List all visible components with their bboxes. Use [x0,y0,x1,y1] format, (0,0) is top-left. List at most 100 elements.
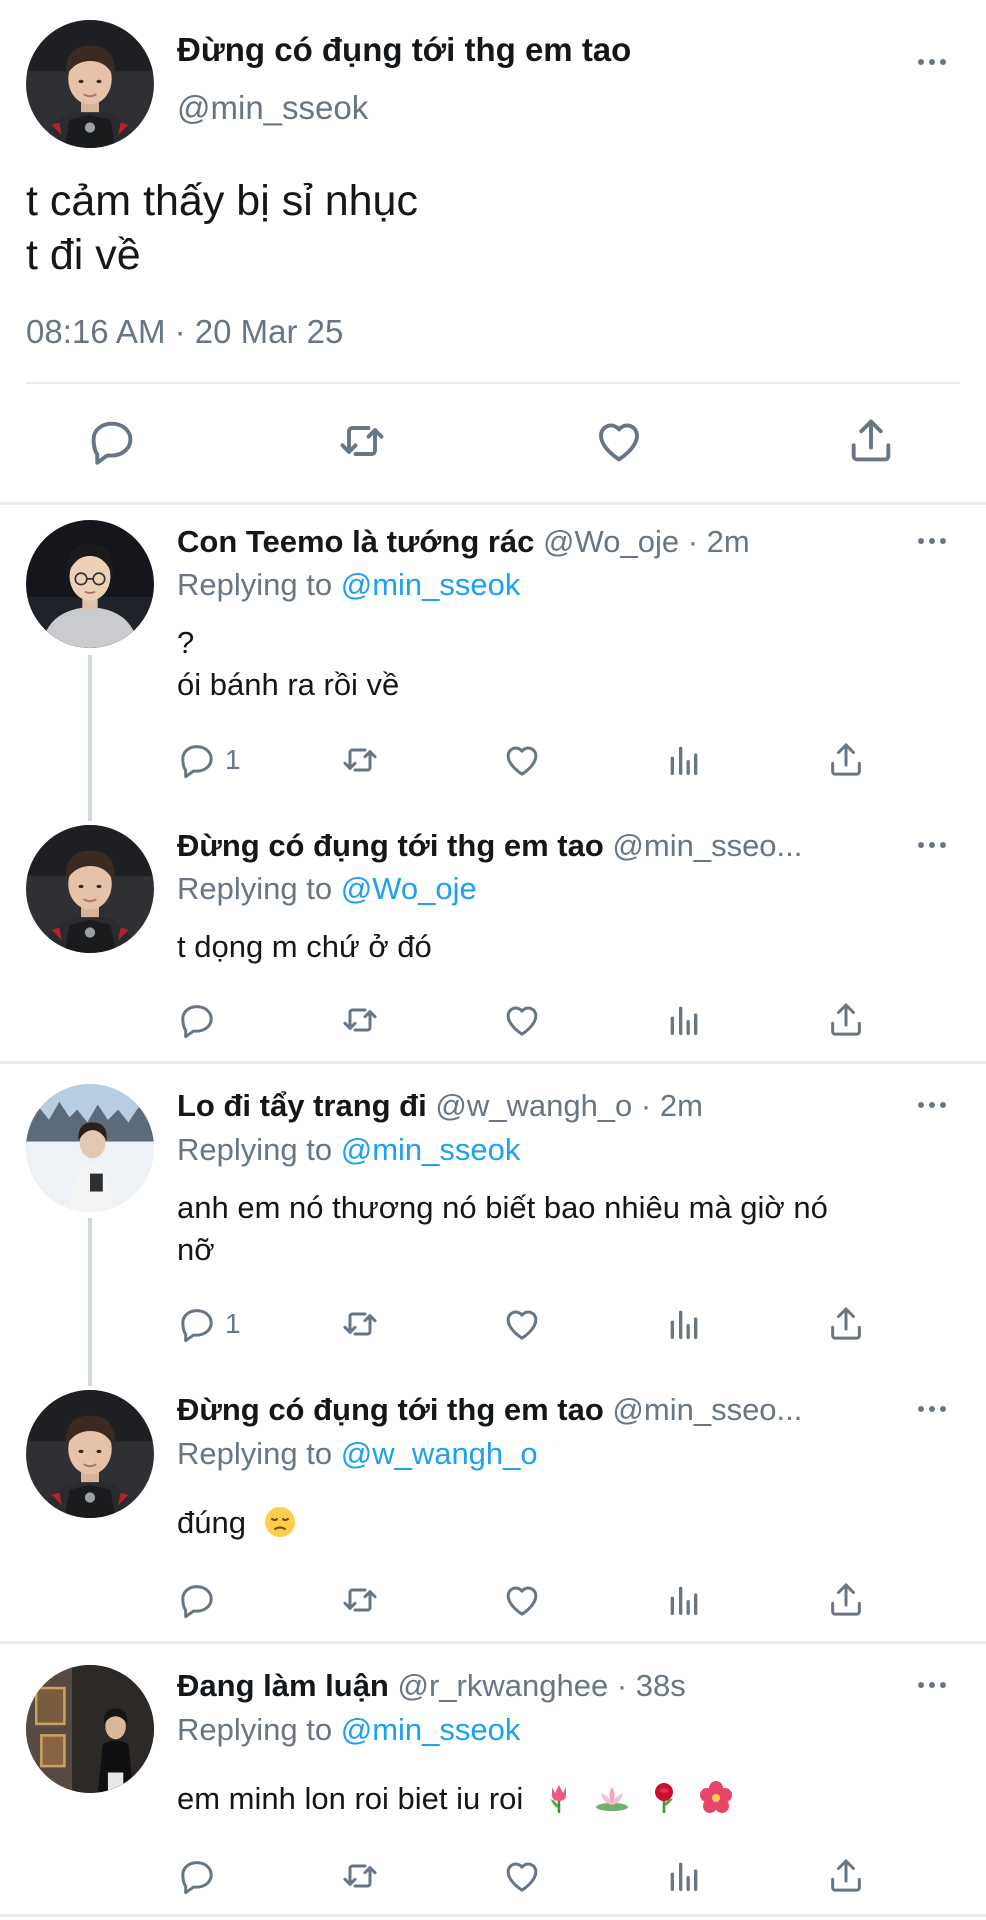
replying-to-mention[interactable]: @min_sseok [341,1132,521,1167]
like-button[interactable] [593,415,645,467]
avatar[interactable] [26,1084,154,1212]
replying-to-label: Replying to [177,1436,333,1471]
reply-text-line: anh em nó thương nó biết bao nhiêu mà gi… [177,1190,828,1225]
like-icon [502,740,542,780]
author-name[interactable]: Đừng có đụng tới thg em tao [177,1392,604,1427]
replying-to-label: Replying to [177,1132,333,1167]
reply-button[interactable] [86,415,138,467]
more-icon[interactable] [912,1394,952,1424]
reply-button[interactable] [177,1000,217,1040]
analytics-icon [664,1000,704,1040]
reply-text-line: đúng [177,1505,246,1540]
author-name[interactable]: Con Teemo là tướng rác [177,524,534,559]
author-name[interactable]: Đừng có đụng tới thg em tao [177,828,604,863]
analytics-icon [664,1580,704,1620]
retweet-icon [340,1856,380,1896]
reply-text: đúng [177,1502,946,1544]
retweet-button[interactable] [340,1580,380,1620]
like-icon [502,1856,542,1896]
retweet-icon [336,415,388,467]
avatar[interactable] [26,1665,154,1793]
analytics-button[interactable] [664,1000,704,1040]
replying-to: Replying to @w_wangh_o [177,1434,538,1474]
rose-emoji-icon [655,1782,674,1813]
author-handle[interactable]: @min_sseok [177,88,368,128]
thread-line [88,655,92,821]
analytics-icon [664,1304,704,1344]
replying-to-mention[interactable]: @min_sseok [341,1712,521,1747]
reply-time[interactable]: · 2m [688,524,750,559]
lotus-emoji-icon [595,1786,628,1811]
author-handle[interactable]: @min_sseo... [612,828,802,863]
reply-icon [177,1580,217,1620]
tulip-emoji-icon [550,1784,566,1813]
share-icon [826,1304,866,1344]
share-button[interactable] [826,1580,866,1620]
replying-to: Replying to @Wo_oje [177,869,477,909]
more-icon[interactable] [912,1670,952,1700]
retweet-button[interactable] [340,1304,380,1344]
share-icon [826,740,866,780]
author-handle[interactable]: @w_wangh_o [435,1088,632,1123]
reply-count: 1 [225,744,241,775]
reply-button[interactable] [177,1580,217,1620]
like-button[interactable] [502,1304,542,1344]
author-handle[interactable]: @r_rkwanghee [398,1668,609,1703]
replying-to: Replying to @min_sseok [177,1130,520,1170]
reply-button[interactable]: 1 [177,1304,241,1344]
retweet-button[interactable] [340,1856,380,1896]
analytics-button[interactable] [664,1304,704,1344]
thread-line [88,1218,92,1386]
reply-icon [177,1856,217,1896]
retweet-icon [340,1580,380,1620]
share-button[interactable] [826,740,866,780]
analytics-button[interactable] [664,740,704,780]
avatar[interactable] [26,520,154,648]
reply-button[interactable] [177,1856,217,1896]
avatar[interactable] [26,1390,154,1518]
more-icon[interactable] [912,526,952,556]
more-icon[interactable] [912,1090,952,1120]
analytics-button[interactable] [664,1580,704,1620]
reply-text: t dọng m chứ ở đó [177,926,946,968]
reply-icon [86,415,138,467]
author-name[interactable]: Đang làm luận [177,1668,389,1703]
like-button[interactable] [502,740,542,780]
share-button[interactable] [826,1000,866,1040]
retweet-icon [340,1304,380,1344]
reply-text-line: ói bánh ra rồi về [177,667,400,702]
more-icon[interactable] [912,830,952,860]
author-handle[interactable]: @min_sseo... [612,1392,802,1427]
like-button[interactable] [502,1856,542,1896]
retweet-button[interactable] [340,740,380,780]
retweet-icon [340,1000,380,1040]
reply-icon [177,740,217,780]
retweet-button[interactable] [336,415,388,467]
author-handle[interactable]: @Wo_oje [543,524,679,559]
analytics-button[interactable] [664,1856,704,1896]
avatar[interactable] [26,825,154,953]
share-button[interactable] [826,1304,866,1344]
replying-to-mention[interactable]: @Wo_oje [341,871,477,906]
reply-text-line: ? [177,625,195,660]
reply-time[interactable]: · 38s [617,1668,686,1703]
reply-button[interactable]: 1 [177,740,241,780]
reply-icon [177,1304,217,1344]
tweet-timestamp[interactable]: 08:16 AM · 20 Mar 25 [26,312,343,352]
more-icon[interactable] [912,47,952,77]
replying-to-label: Replying to [177,871,333,906]
reply-header: Con Teemo là tướng rác @Wo_oje · 2m [177,522,896,562]
author-name[interactable]: Đừng có đụng tới thg em tao [177,30,631,70]
like-button[interactable] [502,1000,542,1040]
replying-to-mention[interactable]: @w_wangh_o [341,1436,538,1471]
divider [26,382,960,384]
retweet-button[interactable] [340,1000,380,1040]
reply-time[interactable]: · 2m [641,1088,703,1123]
replying-to-mention[interactable]: @min_sseok [341,567,521,602]
author-name[interactable]: Lo đi tẩy trang đi [177,1088,427,1123]
share-button[interactable] [845,415,897,467]
share-button[interactable] [826,1856,866,1896]
like-button[interactable] [502,1580,542,1620]
analytics-icon [664,1856,704,1896]
avatar[interactable] [26,20,154,148]
